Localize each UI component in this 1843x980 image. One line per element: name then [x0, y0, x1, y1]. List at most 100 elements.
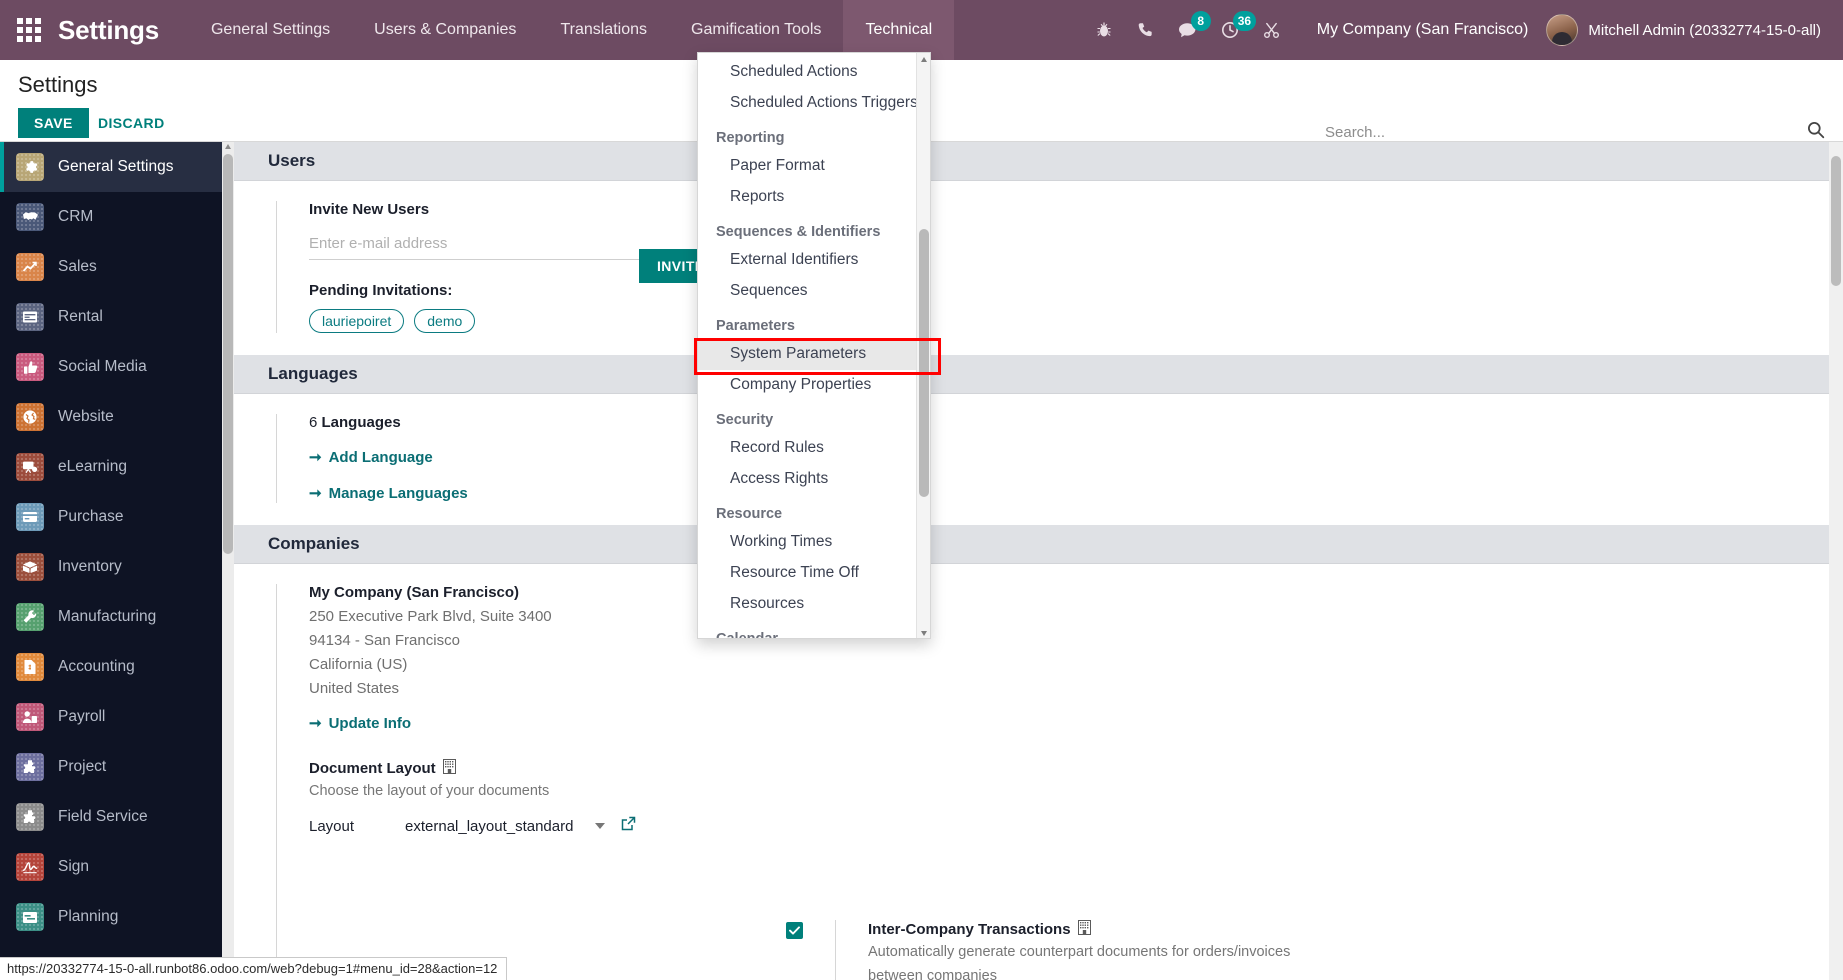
- scroll-up-arrow-icon[interactable]: [225, 144, 231, 149]
- dropdown-item-resource-time-off[interactable]: Resource Time Off: [698, 558, 918, 589]
- messages-icon[interactable]: 8: [1167, 0, 1211, 60]
- scrollbar-thumb[interactable]: [1831, 156, 1841, 286]
- sidebar-item-accounting[interactable]: Accounting: [0, 642, 222, 692]
- sidebar-item-general-settings[interactable]: General Settings: [0, 142, 222, 192]
- pending-invitation-badge[interactable]: demo: [414, 309, 476, 333]
- dropdown-item-scheduled-actions-triggers[interactable]: Scheduled Actions Triggers: [698, 88, 918, 119]
- dropdown-item-system-parameters[interactable]: System Parameters: [698, 339, 918, 370]
- topmenu-translations[interactable]: Translations: [538, 0, 669, 60]
- user-menu[interactable]: Mitchell Admin (20332774-15-0-all): [1546, 14, 1833, 46]
- dropdown-item-access-rights[interactable]: Access Rights: [698, 464, 918, 495]
- avatar: [1546, 14, 1579, 46]
- layout-field-value[interactable]: external_layout_standard: [405, 818, 573, 835]
- sidebar-item-planning[interactable]: Planning: [0, 892, 222, 942]
- external-link-icon[interactable]: [621, 816, 636, 836]
- sidebar-item-payroll[interactable]: Payroll: [0, 692, 222, 742]
- top-menu: General Settings Users & Companies Trans…: [189, 0, 955, 60]
- employee-icon: [16, 703, 44, 731]
- sidebar-item-label: Sign: [58, 858, 90, 875]
- content-scrollbar[interactable]: [1829, 142, 1843, 980]
- scroll-up-arrow-icon[interactable]: [921, 57, 927, 62]
- sidebar-item-label: Inventory: [58, 558, 122, 575]
- search-icon[interactable]: [1807, 121, 1825, 144]
- sidebar-item-label: General Settings: [58, 158, 174, 175]
- sidebar-item-social-media[interactable]: Social Media: [0, 342, 222, 392]
- sidebar-item-label: Payroll: [58, 708, 106, 725]
- sidebar-scrollbar[interactable]: [222, 142, 234, 980]
- dropdown-scrollbar[interactable]: [916, 53, 930, 638]
- sidebar-item-crm[interactable]: CRM: [0, 192, 222, 242]
- company-address-line: California (US): [309, 656, 408, 673]
- arrow-right-icon: ➞: [309, 449, 322, 466]
- apps-grid-icon[interactable]: [0, 0, 58, 60]
- update-info-link[interactable]: ➞ Update Info: [309, 714, 411, 733]
- chevron-down-icon[interactable]: [595, 823, 606, 830]
- inter-company-desc-line1: Automatically generate counterpart docum…: [868, 944, 1291, 960]
- dropdown-item-working-times[interactable]: Working Times: [698, 527, 918, 558]
- dropdown-item-scheduled-actions[interactable]: Scheduled Actions: [698, 57, 918, 88]
- add-language-link[interactable]: ➞ Add Language: [309, 448, 433, 467]
- sidebar-item-label: Sales: [58, 258, 97, 275]
- scrollbar-thumb[interactable]: [223, 154, 233, 554]
- dropdown-item-record-rules[interactable]: Record Rules: [698, 433, 918, 464]
- search-input[interactable]: [1325, 124, 1799, 141]
- building-icon: [442, 759, 456, 778]
- card-icon: [16, 503, 44, 531]
- inter-company-label: Inter-Company Transactions: [868, 921, 1071, 938]
- sidebar-item-manufacturing[interactable]: Manufacturing: [0, 592, 222, 642]
- status-bar-url: https://20332774-15-0-all.runbot86.odoo.…: [0, 957, 508, 980]
- app-brand-title[interactable]: Settings: [58, 15, 159, 46]
- dropdown-section-security: Security: [716, 412, 774, 428]
- company-switcher[interactable]: My Company (San Francisco): [1293, 21, 1547, 39]
- activities-clock-icon[interactable]: 36: [1209, 0, 1257, 60]
- company-address-line: 250 Executive Park Blvd, Suite 3400: [309, 608, 552, 625]
- dropdown-item-reports[interactable]: Reports: [698, 182, 918, 213]
- add-language-label: Add Language: [328, 448, 433, 466]
- sidebar-item-project[interactable]: Project: [0, 742, 222, 792]
- planning-icon: [16, 903, 44, 931]
- manage-languages-label: Manage Languages: [328, 484, 468, 502]
- languages-count: 6: [309, 414, 318, 431]
- company-name-label: My Company (San Francisco): [309, 584, 520, 601]
- sidebar-item-inventory[interactable]: Inventory: [0, 542, 222, 592]
- topmenu-general-settings[interactable]: General Settings: [189, 0, 352, 60]
- sidebar-item-purchase[interactable]: Purchase: [0, 492, 222, 542]
- dropdown-item-paper-format[interactable]: Paper Format: [698, 151, 918, 182]
- bug-icon[interactable]: [1083, 0, 1125, 60]
- phone-icon[interactable]: [1125, 0, 1167, 60]
- topmenu-technical[interactable]: Technical: [843, 0, 955, 60]
- building-icon: [1077, 920, 1091, 939]
- section-title-users: Users: [234, 142, 1829, 181]
- scrollbar-thumb[interactable]: [919, 229, 929, 497]
- languages-count-label: Languages: [321, 414, 401, 431]
- topmenu-users-companies[interactable]: Users & Companies: [352, 0, 538, 60]
- chart-line-icon: [16, 253, 44, 281]
- document-layout-desc: Choose the layout of your documents: [309, 783, 550, 799]
- inter-company-checkbox[interactable]: [786, 922, 803, 939]
- sidebar-item-label: CRM: [58, 208, 94, 225]
- dropdown-item-company-properties[interactable]: Company Properties: [698, 370, 918, 401]
- dropdown-item-sequences[interactable]: Sequences: [698, 276, 918, 307]
- thumbs-up-icon: [16, 353, 44, 381]
- manage-languages-link[interactable]: ➞ Manage Languages: [309, 484, 468, 503]
- pending-invitation-badge[interactable]: lauriepoiret: [309, 309, 405, 333]
- scroll-down-arrow-icon[interactable]: [921, 631, 927, 636]
- dropdown-section-sequences-identifiers: Sequences & Identifiers: [716, 224, 881, 240]
- scissors-icon[interactable]: [1251, 0, 1293, 60]
- topmenu-gamification-tools[interactable]: Gamification Tools: [669, 0, 843, 60]
- calendar-icon: [16, 303, 44, 331]
- sidebar-item-sign[interactable]: Sign: [0, 842, 222, 892]
- dropdown-item-resources[interactable]: Resources: [698, 589, 918, 620]
- discard-button[interactable]: DISCARD: [92, 108, 171, 138]
- technical-dropdown-menu: Scheduled Actions Scheduled Actions Trig…: [697, 52, 931, 639]
- save-button[interactable]: SAVE: [18, 108, 89, 138]
- sidebar-item-field-service[interactable]: Field Service: [0, 792, 222, 842]
- sidebar-item-elearning[interactable]: eLearning: [0, 442, 222, 492]
- sidebar-item-sales[interactable]: Sales: [0, 242, 222, 292]
- company-info-row: My Company (San Francisco) 250 Executive…: [276, 584, 746, 980]
- user-name-label: Mitchell Admin (20332774-15-0-all): [1588, 21, 1821, 39]
- sidebar-item-website[interactable]: Website: [0, 392, 222, 442]
- dropdown-section-resource: Resource: [716, 506, 783, 522]
- sidebar-item-rental[interactable]: Rental: [0, 292, 222, 342]
- dropdown-item-external-identifiers[interactable]: External Identifiers: [698, 245, 918, 276]
